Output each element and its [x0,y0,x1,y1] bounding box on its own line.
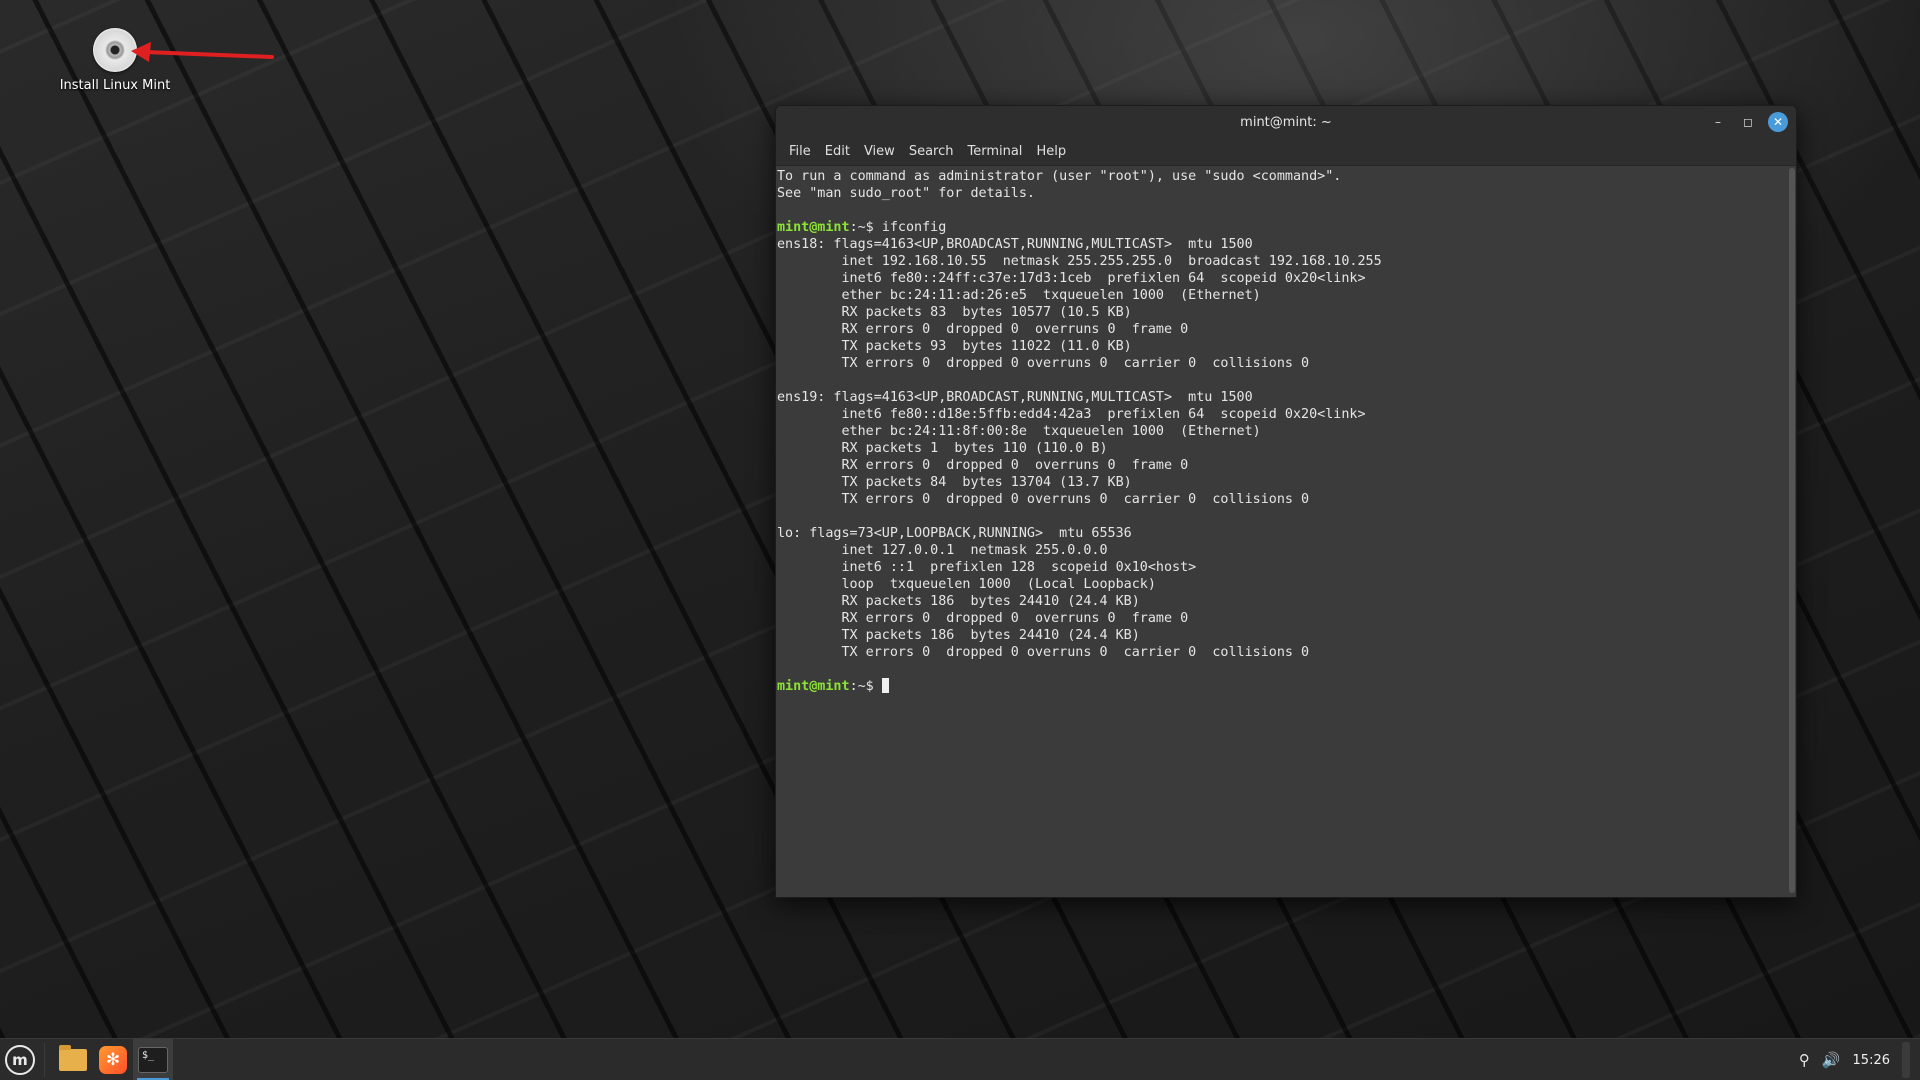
terminal-line: RX packets 83 bytes 10577 (10.5 KB) [777,304,1786,321]
menu-search[interactable]: Search [902,144,961,159]
line-text: ens19: flags=4163<UP,BROADCAST,RUNNING,M… [777,390,1253,405]
clock[interactable]: 15:26 [1853,1053,1890,1068]
line-text: RX packets 83 bytes 10577 (10.5 KB) [777,305,1132,320]
terminal-line: ens19: flags=4163<UP,BROADCAST,RUNNING,M… [777,389,1786,406]
taskbar-terminal[interactable]: $_ [133,1038,173,1080]
terminal-line: TX errors 0 dropped 0 overruns 0 carrier… [777,355,1786,372]
line-text: TX packets 93 bytes 11022 (11.0 KB) [777,339,1132,354]
line-text: inet 192.168.10.55 netmask 255.255.255.0… [777,254,1382,269]
annotation-arrow [131,42,274,62]
line-text: TX errors 0 dropped 0 overruns 0 carrier… [777,645,1310,660]
terminal-line: RX errors 0 dropped 0 overruns 0 frame 0 [777,457,1786,474]
taskbar-firefox[interactable]: ✻ [93,1039,133,1080]
line-text: See "man sudo_root" for details. [777,186,1035,201]
line-text: ether bc:24:11:8f:00:8e txqueuelen 1000 … [777,424,1261,439]
terminal-line: RX errors 0 dropped 0 overruns 0 frame 0 [777,610,1786,627]
maximize-button[interactable]: ◻ [1738,112,1758,132]
terminal-line: ether bc:24:11:8f:00:8e txqueuelen 1000 … [777,423,1786,440]
terminal-line: ether bc:24:11:ad:26:e5 txqueuelen 1000 … [777,287,1786,304]
prompt-suffix: :~$ [849,220,882,235]
menu-button[interactable]: m [0,1039,40,1080]
network-icon[interactable]: ⚲ [1799,1051,1810,1069]
line-text: To run a command as administrator (user … [777,169,1342,184]
close-button[interactable]: ✕ [1768,112,1788,132]
folder-icon [59,1044,87,1071]
terminal-line: mint@mint:~$ ifconfig [777,219,1786,236]
scrollbar[interactable] [1789,168,1795,893]
terminal-line: inet 192.168.10.55 netmask 255.255.255.0… [777,253,1786,270]
mint-logo-icon: m [5,1044,35,1075]
line-text: inet 127.0.0.1 netmask 255.0.0.0 [777,543,1108,558]
terminal-line: inet6 ::1 prefixlen 128 scopeid 0x10<hos… [777,559,1786,576]
line-text: RX packets 186 bytes 24410 (24.4 KB) [777,594,1140,609]
menu-terminal[interactable]: Terminal [960,144,1029,159]
text-cursor [881,678,889,693]
terminal-line: See "man sudo_root" for details. [777,185,1786,202]
terminal-line: To run a command as administrator (user … [777,168,1786,185]
line-text: inet6 fe80::24ff:c37e:17d3:1ceb prefixle… [777,271,1366,286]
prompt-user: mint@mint [777,679,850,694]
terminal-window: mint@mint: ~ – ◻ ✕ File Edit View Search… [775,105,1797,898]
system-tray: ⚲ 🔊 15:26 [1799,1039,1920,1080]
line-text: TX packets 84 bytes 13704 (13.7 KB) [777,475,1132,490]
terminal-line: TX packets 93 bytes 11022 (11.0 KB) [777,338,1786,355]
line-text: RX errors 0 dropped 0 overruns 0 frame 0 [777,322,1189,337]
prompt-suffix: :~$ [849,679,882,694]
menu-help[interactable]: Help [1029,144,1073,159]
line-text: ifconfig [881,220,947,235]
volume-icon[interactable]: 🔊 [1822,1051,1841,1069]
titlebar[interactable]: mint@mint: ~ – ◻ ✕ [776,106,1796,138]
line-text: loop txqueuelen 1000 (Local Loopback) [777,577,1156,592]
minimize-button[interactable]: – [1708,112,1728,132]
window-title: mint@mint: ~ [1240,114,1332,130]
line-text: TX packets 186 bytes 24410 (24.4 KB) [777,628,1140,643]
line-text: TX errors 0 dropped 0 overruns 0 carrier… [777,492,1310,507]
line-text: RX errors 0 dropped 0 overruns 0 frame 0 [777,458,1189,473]
terminal-line: RX packets 186 bytes 24410 (24.4 KB) [777,593,1786,610]
terminal-line: loop txqueuelen 1000 (Local Loopback) [777,576,1786,593]
menu-bar: File Edit View Search Terminal Help [776,138,1796,166]
menu-file[interactable]: File [782,144,818,159]
terminal-output[interactable]: To run a command as administrator (user … [776,167,1787,897]
prompt-user: mint@mint [777,220,850,235]
terminal-line: ens18: flags=4163<UP,BROADCAST,RUNNING,M… [777,236,1786,253]
taskbar-separator [44,1042,45,1077]
line-text: ens18: flags=4163<UP,BROADCAST,RUNNING,M… [777,237,1253,252]
line-text: TX errors 0 dropped 0 overruns 0 carrier… [777,356,1310,371]
terminal-line: mint@mint:~$ [777,678,1786,695]
line-text: RX errors 0 dropped 0 overruns 0 frame 0 [777,611,1189,626]
terminal-line: TX packets 186 bytes 24410 (24.4 KB) [777,627,1786,644]
terminal-line: inet6 fe80::d18e:5ffb:edd4:42a3 prefixle… [777,406,1786,423]
menu-edit[interactable]: Edit [818,144,857,159]
terminal-line: TX errors 0 dropped 0 overruns 0 carrier… [777,491,1786,508]
show-desktop-button[interactable] [1902,1042,1910,1078]
window-controls: – ◻ ✕ [1708,106,1788,138]
terminal-line: RX packets 1 bytes 110 (110.0 B) [777,440,1786,457]
taskbar-files[interactable] [53,1039,93,1080]
line-text: inet6 fe80::d18e:5ffb:edd4:42a3 prefixle… [777,407,1366,422]
line-text: RX packets 1 bytes 110 (110.0 B) [777,441,1108,456]
line-text: inet6 ::1 prefixlen 128 scopeid 0x10<hos… [777,560,1197,575]
terminal-line: inet6 fe80::24ff:c37e:17d3:1ceb prefixle… [777,270,1786,287]
firefox-icon: ✻ [99,1045,127,1074]
terminal-line: RX errors 0 dropped 0 overruns 0 frame 0 [777,321,1786,338]
terminal-icon: $_ [138,1046,168,1073]
terminal-line: TX errors 0 dropped 0 overruns 0 carrier… [777,644,1786,661]
desktop-icon-label: Install Linux Mint [59,78,171,93]
taskbar: m ✻ $_ ⚲ 🔊 15:26 [0,1038,1920,1080]
terminal-line: lo: flags=73<UP,LOOPBACK,RUNNING> mtu 65… [777,525,1786,542]
terminal-line: inet 127.0.0.1 netmask 255.0.0.0 [777,542,1786,559]
terminal-line: TX packets 84 bytes 13704 (13.7 KB) [777,474,1786,491]
line-text: ether bc:24:11:ad:26:e5 txqueuelen 1000 … [777,288,1261,303]
menu-view[interactable]: View [857,144,902,159]
line-text: lo: flags=73<UP,LOOPBACK,RUNNING> mtu 65… [777,526,1132,541]
